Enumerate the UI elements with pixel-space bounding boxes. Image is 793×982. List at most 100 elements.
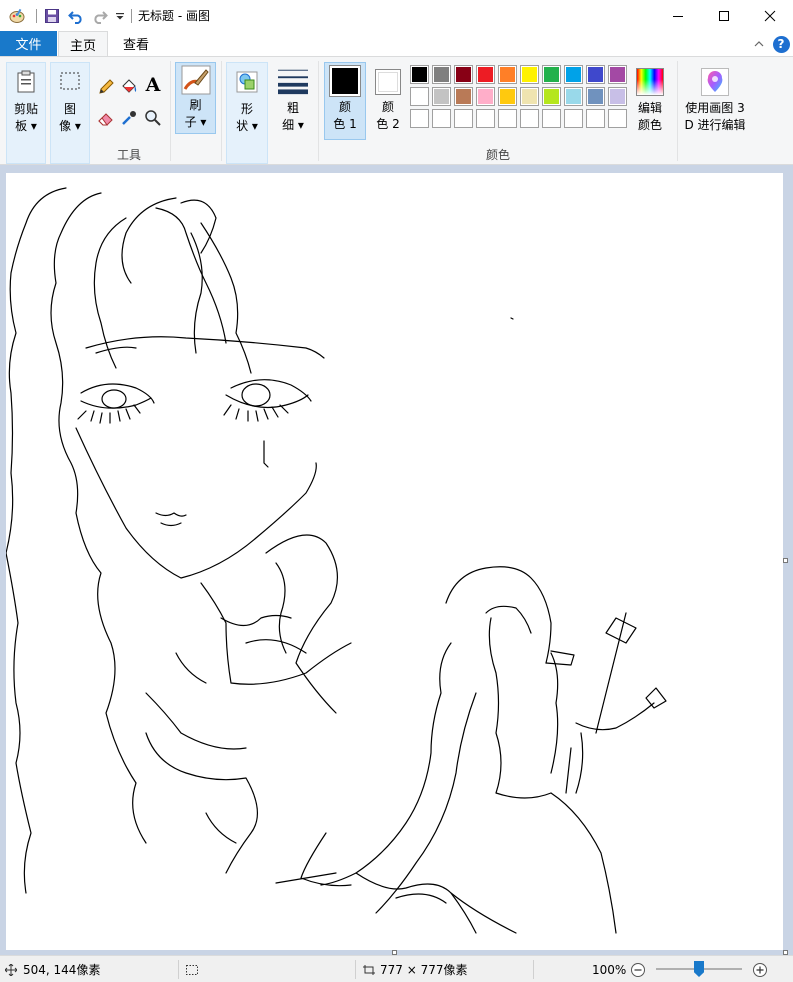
zoom-in-button[interactable] [752, 956, 768, 982]
canvas-size-icon [363, 964, 375, 975]
brushes-label-2: 子 ▾ [184, 115, 207, 129]
color2-swatch [375, 69, 401, 95]
help-icon: ? [772, 35, 790, 53]
qa-separator [36, 8, 37, 23]
zoom-out-icon [631, 962, 645, 977]
palette-swatch-fill [478, 111, 493, 126]
palette-swatch[interactable] [608, 65, 627, 84]
resize-handle-right[interactable] [783, 558, 788, 563]
quick-access-toolbar: 无标题 - 画图 [0, 0, 210, 31]
clipboard-label-1: 剪贴 [13, 102, 38, 116]
palette-swatch[interactable] [476, 109, 495, 128]
shapes-button[interactable]: 形状 ▾ [226, 62, 268, 164]
chevron-down-icon[interactable] [113, 5, 127, 27]
palette-swatch[interactable] [432, 109, 451, 128]
palette-swatch[interactable] [608, 87, 627, 106]
palette-swatch-fill [500, 67, 515, 82]
color1-button[interactable]: 颜色 1 [324, 62, 366, 140]
paint-palette-icon[interactable] [6, 5, 28, 27]
palette-swatch-fill [412, 111, 427, 126]
fill-bucket-icon[interactable] [119, 77, 139, 97]
color2-label-1: 颜 [381, 100, 394, 114]
sketch-drawing [6, 187, 667, 934]
zoom-out-button[interactable] [630, 956, 646, 982]
palette-swatch-fill [522, 67, 537, 82]
shapes-icon [232, 67, 262, 97]
pencil-icon[interactable] [96, 77, 116, 97]
redo-icon[interactable] [89, 5, 111, 27]
palette-swatch[interactable] [454, 87, 473, 106]
palette-swatch[interactable] [454, 65, 473, 84]
color1-swatch [329, 65, 361, 97]
drawing-canvas[interactable] [6, 173, 783, 950]
window-title: 无标题 - 画图 [138, 9, 210, 23]
eraser-icon[interactable] [96, 108, 116, 128]
palette-swatch-fill [456, 67, 471, 82]
close-button[interactable] [747, 0, 793, 31]
cursor-position: 504, 144像素 [5, 956, 100, 982]
color-picker-icon[interactable] [119, 108, 139, 128]
group-separator [318, 61, 319, 161]
palette-swatch-fill [610, 111, 625, 126]
zoom-slider[interactable] [656, 956, 742, 982]
palette-swatch[interactable] [476, 65, 495, 84]
palette-swatch[interactable] [520, 65, 539, 84]
canvas-size-text: 777 × 777像素 [380, 963, 468, 977]
image-button[interactable]: 图像 ▾ [50, 62, 90, 164]
clipboard-label-2: 板 ▾ [15, 119, 37, 133]
save-icon[interactable] [41, 5, 63, 27]
color2-button[interactable]: 颜色 2 [367, 62, 409, 140]
palette-swatch[interactable] [520, 109, 539, 128]
paint3d-label-2: D 进行编辑 [684, 118, 746, 132]
palette-swatch[interactable] [432, 65, 451, 84]
size-label-1: 粗 [286, 101, 299, 115]
color2-fill [378, 72, 398, 92]
magnifier-icon[interactable] [143, 108, 163, 128]
palette-swatch[interactable] [410, 65, 429, 84]
palette-swatch[interactable] [542, 109, 561, 128]
close-icon [764, 10, 776, 21]
palette-swatch-fill [478, 89, 493, 104]
palette-swatch[interactable] [608, 109, 627, 128]
palette-swatch-fill [588, 67, 603, 82]
maximize-button[interactable] [701, 0, 747, 31]
minimize-button[interactable] [655, 0, 701, 31]
palette-swatch[interactable] [410, 87, 429, 106]
palette-swatch[interactable] [498, 87, 517, 106]
palette-swatch[interactable] [410, 109, 429, 128]
palette-swatch-fill [588, 111, 603, 126]
tab-file[interactable]: 文件 [0, 31, 57, 56]
text-tool-icon[interactable]: A [143, 74, 163, 96]
chevron-up-icon[interactable] [751, 35, 767, 53]
paint3d-button[interactable]: 使用画图 3 D 进行编辑 [681, 62, 749, 140]
status-separator [355, 960, 356, 979]
clipboard-button[interactable]: 剪贴板 ▾ [6, 62, 46, 164]
help-button[interactable]: ? [772, 35, 790, 53]
palette-swatch-fill [522, 89, 537, 104]
palette-swatch[interactable] [432, 87, 451, 106]
zoom-slider-thumb[interactable] [694, 961, 704, 977]
palette-swatch[interactable] [586, 87, 605, 106]
palette-swatch[interactable] [542, 87, 561, 106]
palette-swatch[interactable] [520, 87, 539, 106]
palette-swatch[interactable] [564, 65, 583, 84]
palette-swatch[interactable] [454, 109, 473, 128]
palette-swatch-fill [544, 111, 559, 126]
tab-view[interactable]: 查看 [112, 31, 160, 56]
palette-swatch[interactable] [586, 65, 605, 84]
palette-swatch[interactable] [542, 65, 561, 84]
palette-swatch[interactable] [476, 87, 495, 106]
palette-swatch[interactable] [564, 109, 583, 128]
edit-colors-button[interactable]: 编辑 颜色 [630, 62, 670, 140]
palette-swatch[interactable] [564, 87, 583, 106]
palette-swatch[interactable] [498, 109, 517, 128]
palette-swatch[interactable] [498, 65, 517, 84]
tab-home[interactable]: 主页 [58, 31, 108, 56]
qa-separator [131, 8, 132, 23]
palette-swatch[interactable] [586, 109, 605, 128]
undo-icon[interactable] [65, 5, 87, 27]
image-label-1: 图 [63, 102, 76, 116]
size-button[interactable]: 粗细 ▾ [272, 62, 314, 164]
brushes-button[interactable]: 刷子 ▾ [175, 62, 216, 134]
image-label-2: 像 ▾ [59, 119, 81, 133]
